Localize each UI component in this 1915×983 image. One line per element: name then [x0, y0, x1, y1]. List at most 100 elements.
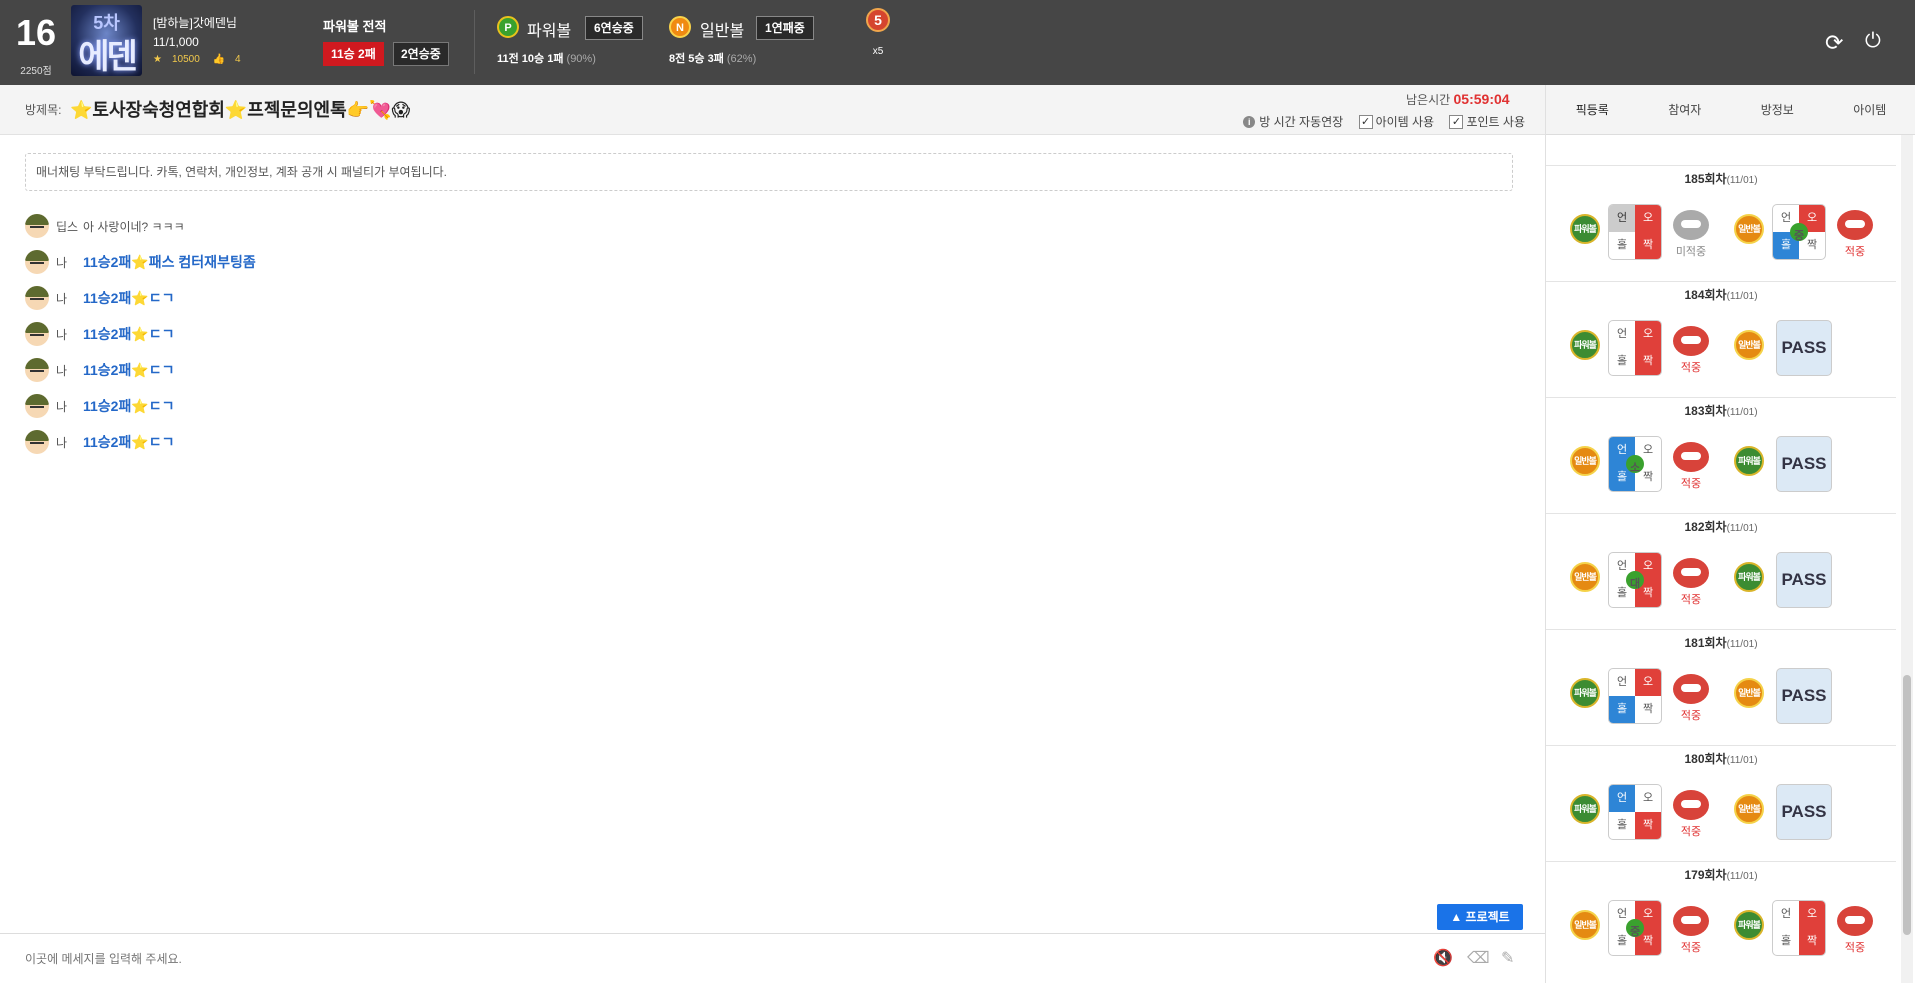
size-badge: 대: [1626, 571, 1644, 590]
round-card: 185회차(11/01) 파워볼 언 오 홀 짝 미적중 일반볼 언 오 홀 짝 중 적중: [1546, 165, 1896, 281]
pick-cell: 홀: [1616, 819, 1628, 831]
eraser-icon[interactable]: ⌫: [1467, 948, 1490, 968]
room-title-label: 방제목:: [25, 103, 62, 117]
result-mark: 적중: [1666, 554, 1716, 606]
powerball-badge-icon: 파워볼: [1570, 794, 1600, 824]
face: [30, 334, 44, 338]
tab-3[interactable]: 방정보: [1731, 85, 1824, 134]
coin-icon: ★: [153, 54, 162, 65]
auto-extend-option[interactable]: i방 시간 자동연장: [1243, 113, 1343, 130]
message-input[interactable]: [25, 948, 1405, 970]
pick-grid[interactable]: 언오홀짝: [1772, 900, 1826, 956]
chat-message: 나 11승2패⭐ㄷㄱ: [25, 429, 175, 455]
chat-message: 나 11승2패⭐ㄷㄱ: [25, 285, 175, 311]
pass-badge: PASS: [1776, 668, 1832, 724]
hit-mascot-icon: [1837, 906, 1873, 936]
round-list: 185회차(11/01) 파워볼 언 오 홀 짝 미적중 일반볼 언 오 홀 짝 중 적중 184회차(11…: [1546, 135, 1896, 983]
tab-2[interactable]: 참여자: [1639, 85, 1732, 134]
pick-cell: 언: [1780, 908, 1792, 920]
powerball-icon: P: [497, 16, 519, 38]
pick-cell: 언: [1616, 676, 1628, 688]
room-title: ⭐토사장숙청연합회⭐프젝문의엔톡👉💘😱: [70, 100, 411, 120]
helmet: [25, 214, 49, 225]
normalball-icon: N: [669, 16, 691, 38]
chat-message: 나 11승2패⭐ㄷㄱ: [25, 357, 175, 383]
pick-grid[interactable]: 언오홀짝: [1608, 784, 1662, 840]
result-mark: 적중: [1666, 438, 1716, 490]
like-count: 4: [235, 54, 241, 65]
face: [30, 442, 44, 446]
user-avatar-icon: [25, 214, 49, 238]
like-icon: 👍: [212, 54, 226, 65]
chat-message: 나 11승2패⭐패스 컴터재부팅좀: [25, 249, 256, 275]
item-use-checkbox[interactable]: ✓ 아이템 사용: [1358, 113, 1434, 130]
pick-cell: 오: [1642, 792, 1654, 804]
result-label: 적중: [1680, 942, 1702, 954]
coin-count: 10500: [171, 54, 200, 65]
normalball-badge-icon: 일반볼: [1734, 214, 1764, 244]
result-label: 미적중: [1675, 246, 1707, 258]
chat-message: 나 11승2패⭐ㄷㄱ: [25, 321, 175, 347]
pick-grid[interactable]: 언오홀짝: [1608, 204, 1662, 260]
room-timer: 남은시간 05:59:04: [1406, 91, 1510, 107]
tab-4[interactable]: 아이템: [1824, 85, 1915, 134]
point-use-checkbox[interactable]: ✓ 포인트 사용: [1449, 113, 1525, 130]
round-header: 180회차(11/01): [1684, 752, 1758, 766]
message-text: 11승2패⭐ㄷㄱ: [83, 326, 175, 342]
pick-cell: 짝: [1635, 348, 1661, 375]
result-label: 적중: [1680, 594, 1702, 606]
message-author: 나: [56, 255, 68, 270]
round-card: 183회차(11/01) 일반볼 언 오 홀 짝 소 적중 파워볼 PASS: [1546, 397, 1896, 513]
helmet: [25, 250, 49, 261]
message-text: 11승2패⭐ㄷㄱ: [83, 362, 175, 378]
round-header: 183회차(11/01): [1684, 404, 1758, 418]
info-icon: i: [1243, 115, 1256, 128]
helmet: [25, 394, 49, 405]
pick-cell: 홀: [1616, 355, 1628, 367]
pick-cell: 오: [1635, 321, 1661, 348]
pass-badge: PASS: [1776, 436, 1832, 492]
miss-mascot-icon: [1673, 210, 1709, 240]
message-author: 딥스: [56, 219, 79, 234]
pick-cell: 언: [1616, 328, 1628, 340]
message-author: 나: [56, 363, 68, 378]
round-card: 182회차(11/01) 일반볼 언 오 홀 짝 대 적중 파워볼 PASS: [1546, 513, 1896, 629]
mute-icon[interactable]: 🔇: [1433, 948, 1453, 968]
refresh-icon[interactable]: ⟳: [1825, 30, 1843, 56]
hit-mascot-icon: [1673, 558, 1709, 588]
result-mark: 미적중: [1666, 206, 1716, 258]
pick-grid[interactable]: 언오홀짝대: [1608, 552, 1662, 608]
powerball-streak: 6연승중: [585, 16, 643, 40]
face: [30, 226, 44, 230]
avatar[interactable]: 5차 에덴: [71, 5, 142, 76]
user-avatar-icon: [25, 322, 49, 346]
record-badge: 11승 2패: [323, 42, 384, 66]
normalball-badge-icon: 일반볼: [1734, 794, 1764, 824]
message-text: 아 사랑이네? ㅋㅋㅋ: [83, 219, 185, 234]
magic-wand-icon[interactable]: ✎: [1501, 948, 1514, 968]
pick-grid[interactable]: 언오홀짝: [1608, 320, 1662, 376]
hit-mascot-icon: [1673, 790, 1709, 820]
pick-grid[interactable]: 언오홀짝: [1608, 668, 1662, 724]
tab-1[interactable]: 픽등록: [1546, 85, 1639, 134]
size-badge: 소: [1626, 455, 1644, 474]
pick-grid[interactable]: 언오홀짝중: [1608, 900, 1662, 956]
power-icon[interactable]: ⏻: [1865, 30, 1881, 53]
right-tabs: 픽등록 참여자 방정보 아이템: [1546, 85, 1915, 135]
pick-grid[interactable]: 언오홀짝소: [1608, 436, 1662, 492]
chat-message: 나 11승2패⭐ㄷㄱ: [25, 393, 175, 419]
pass-badge: PASS: [1776, 320, 1832, 376]
scrollbar[interactable]: [1901, 135, 1913, 983]
pick-cell: 홀: [1616, 239, 1628, 251]
normalball-badge-icon: 일반볼: [1570, 910, 1600, 940]
protect-button[interactable]: ▲ 프로젝트: [1437, 904, 1523, 930]
right-panel: 픽등록 참여자 방정보 아이템 185회차(11/01) 파워볼 언 오 홀 짝 미적중 일반볼 언 오…: [1545, 85, 1915, 983]
message-author: 나: [56, 291, 68, 306]
powerball-badge-icon: 파워볼: [1734, 562, 1764, 592]
powerball-badge-icon: 파워볼: [1570, 214, 1600, 244]
pick-grid[interactable]: 언오홀짝중: [1772, 204, 1826, 260]
checkbox-icon: ✓: [1449, 114, 1464, 129]
medal-icon: 5: [866, 8, 890, 32]
scroll-thumb[interactable]: [1903, 675, 1911, 935]
size-badge: 중: [1790, 223, 1808, 242]
